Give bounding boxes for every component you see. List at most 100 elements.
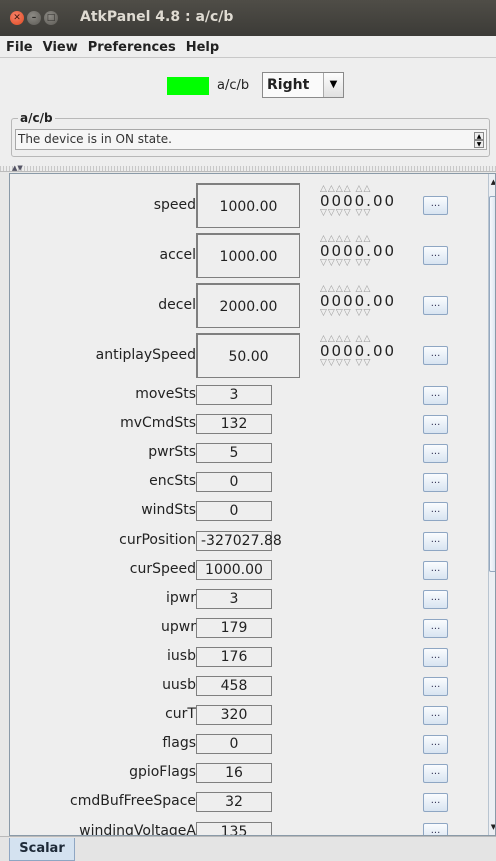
- window-title: AtkPanel 4.8 : a/c/b: [80, 9, 234, 25]
- attribute-value: 16: [196, 763, 272, 783]
- attribute-label: windSts: [141, 502, 196, 518]
- attribute-label: gpioFlags: [129, 764, 196, 780]
- attribute-value: 0: [196, 734, 272, 754]
- scrollbar-thumb[interactable]: [489, 196, 495, 572]
- attribute-more-button[interactable]: ...: [423, 444, 448, 463]
- attribute-label: accel: [159, 247, 196, 263]
- attribute-value: 3: [196, 589, 272, 609]
- attribute-row: cmdBufFreeSpace 32...: [10, 792, 488, 813]
- chevron-down-icon[interactable]: ▼: [323, 73, 343, 97]
- scroll-down-arrow-icon[interactable]: ▼: [489, 822, 495, 832]
- attribute-more-button[interactable]: ...: [423, 473, 448, 492]
- attribute-value: -327027.88: [196, 531, 282, 551]
- attribute-label: curPosition: [119, 532, 196, 548]
- attribute-label: curSpeed: [129, 561, 196, 577]
- position-select-value: Right: [267, 77, 310, 93]
- attribute-more-button[interactable]: ...: [423, 346, 448, 365]
- number-spinner-editor[interactable]: △△△△ △△ 0000.00 ▽▽▽▽ ▽▽: [320, 285, 396, 318]
- attribute-more-button[interactable]: ...: [423, 764, 448, 783]
- attribute-label: ipwr: [166, 590, 196, 606]
- attribute-row: speed 1000.00 △△△△ △△ 0000.00 ▽▽▽▽ ▽▽...: [10, 183, 488, 230]
- attribute-more-button[interactable]: ...: [423, 502, 448, 521]
- attribute-value: 50.00: [196, 333, 300, 378]
- attribute-row: encSts 0...: [10, 472, 488, 493]
- attribute-more-button[interactable]: ...: [423, 415, 448, 434]
- position-select[interactable]: Right ▼: [262, 72, 344, 98]
- attribute-label: encSts: [149, 473, 196, 489]
- attribute-value: 458: [196, 676, 272, 696]
- attribute-label: decel: [158, 297, 196, 313]
- spinner-value[interactable]: 0000.00: [320, 193, 396, 209]
- attribute-value: 3: [196, 385, 272, 405]
- maximize-icon[interactable]: □: [44, 11, 58, 25]
- decrement-arrows-icon[interactable]: ▽▽▽▽ ▽▽: [320, 359, 396, 368]
- menu-file[interactable]: File: [0, 37, 37, 55]
- divider-arrows-icon[interactable]: ▲▼: [12, 164, 23, 172]
- attribute-row: curT 320...: [10, 705, 488, 726]
- attribute-more-button[interactable]: ...: [423, 532, 448, 551]
- attribute-label: flags: [162, 735, 196, 751]
- attribute-label: pwrSts: [148, 444, 196, 460]
- decrement-arrows-icon[interactable]: ▽▽▽▽ ▽▽: [320, 259, 396, 268]
- scroll-up-arrow-icon[interactable]: ▲: [489, 177, 495, 187]
- scroll-down-icon[interactable]: ▼: [474, 140, 484, 148]
- number-spinner-editor[interactable]: △△△△ △△ 0000.00 ▽▽▽▽ ▽▽: [320, 185, 396, 218]
- tab-scalar[interactable]: Scalar: [9, 838, 75, 861]
- attribute-label: windingVoltageA: [79, 823, 196, 836]
- attribute-value: 0: [196, 472, 272, 492]
- menu-view[interactable]: View: [37, 37, 82, 55]
- attribute-value: 176: [196, 647, 272, 667]
- attribute-more-button[interactable]: ...: [423, 246, 448, 265]
- vertical-scrollbar[interactable]: ▲ ▼: [488, 174, 495, 835]
- number-spinner-editor[interactable]: △△△△ △△ 0000.00 ▽▽▽▽ ▽▽: [320, 235, 396, 268]
- menu-bar: File View Preferences Help: [0, 36, 496, 58]
- attribute-row: gpioFlags 16...: [10, 763, 488, 784]
- attribute-row: windSts 0...: [10, 501, 488, 522]
- decrement-arrows-icon[interactable]: ▽▽▽▽ ▽▽: [320, 209, 396, 218]
- attribute-value: 135: [196, 822, 272, 835]
- menu-preferences[interactable]: Preferences: [82, 37, 180, 55]
- split-divider[interactable]: [0, 166, 496, 172]
- attribute-more-button[interactable]: ...: [423, 386, 448, 405]
- attribute-label: moveSts: [135, 386, 196, 402]
- attribute-label: curT: [165, 706, 196, 722]
- attribute-value: 179: [196, 618, 272, 638]
- number-spinner-editor[interactable]: △△△△ △△ 0000.00 ▽▽▽▽ ▽▽: [320, 335, 396, 368]
- attribute-more-button[interactable]: ...: [423, 590, 448, 609]
- attribute-row: antiplaySpeed 50.00 △△△△ △△ 0000.00 ▽▽▽▽ ▽▽.…: [10, 333, 488, 380]
- close-icon[interactable]: ✕: [10, 11, 24, 25]
- tab-strip: Scalar: [0, 836, 496, 861]
- attribute-list[interactable]: speed 1000.00 △△△△ △△ 0000.00 ▽▽▽▽ ▽▽... acce…: [9, 173, 496, 836]
- attribute-label: uusb: [162, 677, 196, 693]
- attribute-label: speed: [153, 197, 196, 213]
- attribute-more-button[interactable]: ...: [423, 823, 448, 835]
- attribute-more-button[interactable]: ...: [423, 648, 448, 667]
- attribute-label: antiplaySpeed: [95, 347, 196, 363]
- attribute-row: moveSts 3...: [10, 385, 488, 406]
- attribute-row: curPosition -327027.88...: [10, 531, 488, 552]
- attribute-more-button[interactable]: ...: [423, 677, 448, 696]
- attribute-more-button[interactable]: ...: [423, 735, 448, 754]
- attribute-row: uusb 458...: [10, 676, 488, 697]
- scroll-up-icon[interactable]: ▲: [474, 132, 484, 140]
- attribute-value: 0: [196, 501, 272, 521]
- spinner-value[interactable]: 0000.00: [320, 293, 396, 309]
- attribute-more-button[interactable]: ...: [423, 793, 448, 812]
- attribute-row: upwr 179...: [10, 618, 488, 639]
- attribute-more-button[interactable]: ...: [423, 196, 448, 215]
- minimize-icon[interactable]: –: [27, 11, 41, 25]
- attribute-label: cmdBufFreeSpace: [70, 793, 196, 809]
- attribute-label: mvCmdSts: [120, 415, 196, 431]
- menu-help[interactable]: Help: [180, 37, 223, 55]
- attribute-more-button[interactable]: ...: [423, 619, 448, 638]
- spinner-value[interactable]: 0000.00: [320, 343, 396, 359]
- decrement-arrows-icon[interactable]: ▽▽▽▽ ▽▽: [320, 309, 396, 318]
- attribute-row: pwrSts 5...: [10, 443, 488, 464]
- device-name-label: a/c/b: [217, 78, 250, 93]
- attribute-more-button[interactable]: ...: [423, 706, 448, 725]
- status-textarea[interactable]: The device is in ON state. ▲ ▼: [15, 129, 487, 150]
- attribute-more-button[interactable]: ...: [423, 561, 448, 580]
- attribute-value: 132: [196, 414, 272, 434]
- attribute-more-button[interactable]: ...: [423, 296, 448, 315]
- spinner-value[interactable]: 0000.00: [320, 243, 396, 259]
